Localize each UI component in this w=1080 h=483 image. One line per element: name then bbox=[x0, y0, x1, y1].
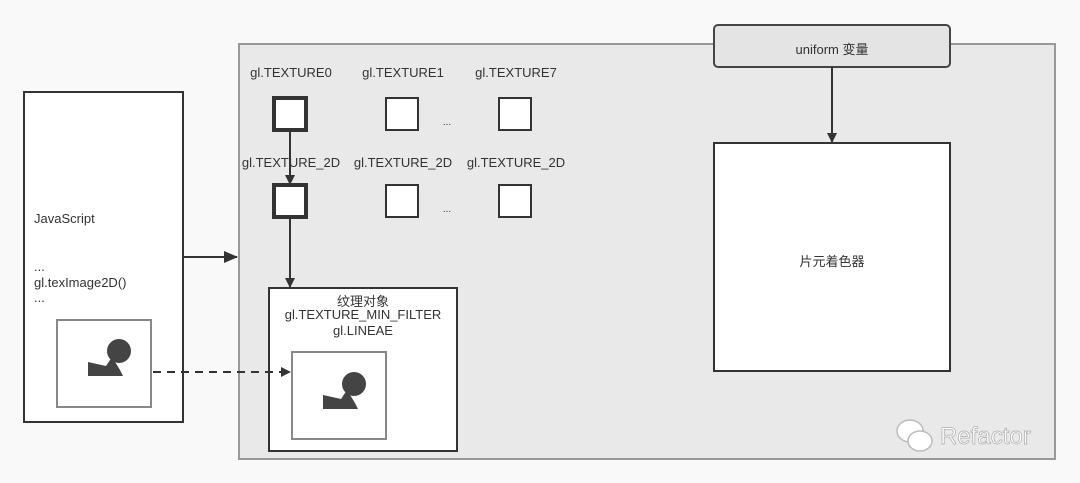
texture1-label: gl.TEXTURE1 bbox=[362, 65, 444, 80]
fragment-shader-label: 片元着色器 bbox=[799, 254, 865, 269]
texture-image-frame bbox=[291, 351, 387, 440]
texture7-label: gl.TEXTURE7 bbox=[475, 65, 557, 80]
uniform-label: uniform 变量 bbox=[795, 42, 869, 57]
js-code-line: gl.texImage2D() bbox=[34, 275, 127, 290]
source-image-frame bbox=[56, 319, 152, 408]
texture7-2d-target bbox=[498, 184, 532, 218]
texture-2d-label: gl.TEXTURE_2D bbox=[241, 155, 341, 170]
texture0-unit bbox=[272, 96, 308, 132]
texture-object-value: gl.LINEAE bbox=[333, 323, 393, 338]
texture0-2d-target bbox=[272, 183, 308, 219]
ellipsis: ... bbox=[442, 117, 452, 128]
texture-2d-label: gl.TEXTURE_2D bbox=[466, 155, 566, 170]
texture0-label: gl.TEXTURE0 bbox=[250, 65, 332, 80]
js-code-line: ... bbox=[34, 259, 45, 274]
ellipsis: ... bbox=[442, 204, 452, 215]
javascript-label: JavaScript bbox=[34, 211, 95, 226]
watermark-text: Refactor bbox=[940, 423, 1031, 451]
texture7-unit bbox=[498, 97, 532, 131]
texture1-2d-target bbox=[385, 184, 419, 218]
texture1-unit bbox=[385, 97, 419, 131]
texture-object-param: gl.TEXTURE_MIN_FILTER bbox=[284, 307, 442, 322]
js-code-line: ... bbox=[34, 290, 45, 305]
texture-2d-label: gl.TEXTURE_2D bbox=[353, 155, 453, 170]
